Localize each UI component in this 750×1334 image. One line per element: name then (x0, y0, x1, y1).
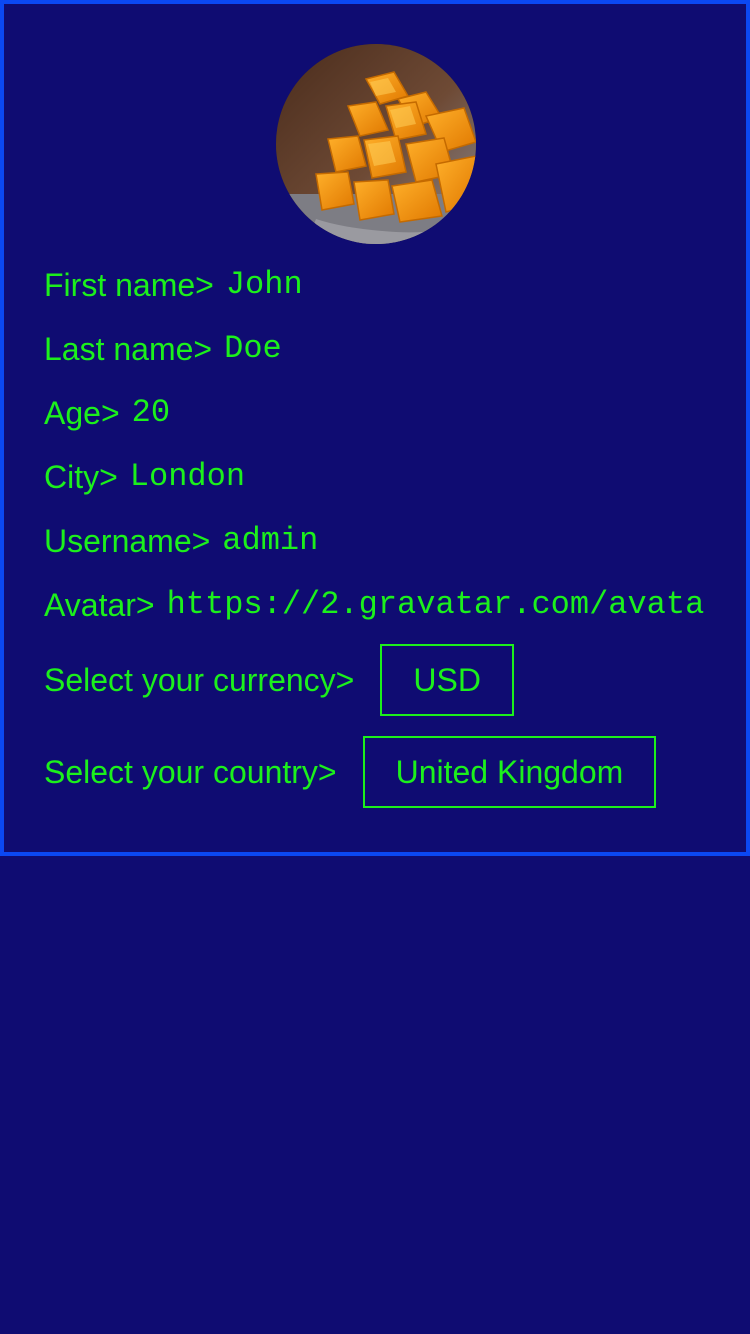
username-label: Username> (44, 523, 211, 559)
country-row: Select your country> United Kingdom (44, 736, 657, 808)
city-value: London (129, 458, 246, 495)
currency-select[interactable]: USD (380, 644, 514, 716)
first-name-value: John (225, 266, 303, 303)
last-name-value: Doe (224, 330, 282, 367)
avatar-url-row: Avatar> https://2.gravatar.com/avata (44, 585, 704, 625)
last-name-row: Last name> Doe (44, 329, 282, 369)
age-row: Age> 20 (44, 393, 170, 433)
first-name-row: First name> John (44, 265, 303, 305)
city-row: City> London (44, 457, 245, 497)
username-row: Username> admin (44, 521, 318, 561)
age-label: Age> (44, 395, 120, 431)
age-value: 20 (131, 394, 171, 431)
currency-row: Select your currency> USD (44, 644, 514, 716)
mango-image (276, 44, 476, 244)
avatar-url-label: Avatar> (44, 587, 155, 623)
profile-card: First name> John Last name> Doe Age> 20 … (0, 0, 750, 856)
avatar (276, 44, 476, 244)
currency-label: Select your currency> (44, 661, 355, 698)
avatar-url-value: https://2.gravatar.com/avata (166, 586, 705, 623)
last-name-label: Last name> (44, 331, 213, 367)
first-name-label: First name> (44, 267, 214, 303)
country-select[interactable]: United Kingdom (362, 736, 657, 808)
city-label: City> (44, 459, 118, 495)
country-label: Select your country> (44, 753, 337, 790)
username-value: admin (222, 522, 319, 559)
